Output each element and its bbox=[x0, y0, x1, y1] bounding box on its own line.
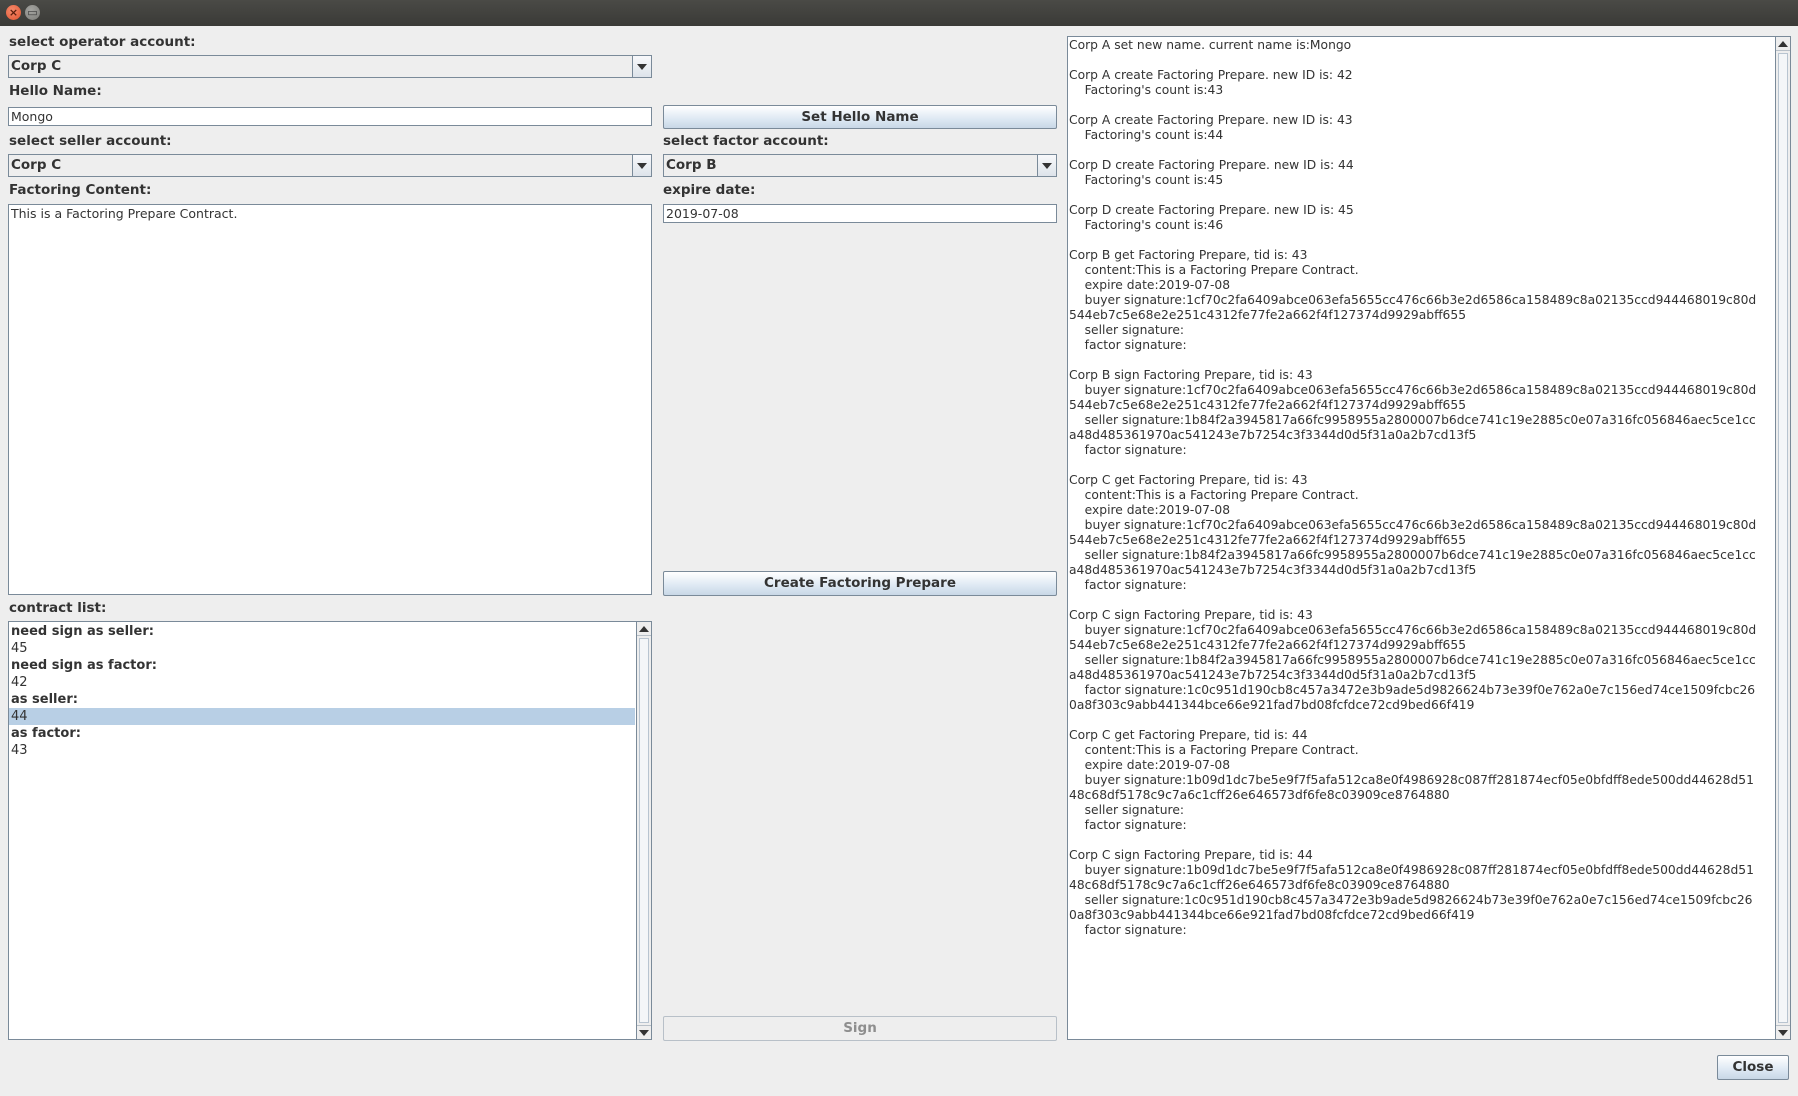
factoring-content-textarea[interactable]: This is a Factoring Prepare Contract. bbox=[8, 204, 652, 595]
log-text: Corp A set new name. current name is:Mon… bbox=[1069, 38, 1757, 937]
factoring-content-label: Factoring Content: bbox=[9, 182, 152, 198]
chevron-down-icon[interactable] bbox=[1037, 155, 1056, 176]
factor-select[interactable]: Corp B bbox=[663, 154, 1057, 177]
hello-name-label: Hello Name: bbox=[9, 83, 102, 99]
scroll-down-icon[interactable] bbox=[637, 1025, 651, 1039]
log-output[interactable]: Corp A set new name. current name is:Mon… bbox=[1067, 36, 1791, 1040]
operator-select[interactable]: Corp C bbox=[8, 55, 652, 78]
factor-selected-value: Corp B bbox=[666, 157, 717, 173]
title-bar: × ▭ bbox=[0, 0, 1798, 26]
list-section-header: as factor: bbox=[11, 726, 81, 741]
expire-date-label: expire date: bbox=[663, 182, 756, 198]
seller-select[interactable]: Corp C bbox=[8, 154, 652, 177]
scroll-up-icon[interactable] bbox=[637, 622, 651, 636]
window-maximize-icon[interactable]: ▭ bbox=[25, 5, 40, 20]
operator-selected-value: Corp C bbox=[11, 58, 62, 74]
list-item[interactable]: 42 bbox=[9, 674, 635, 691]
sign-button[interactable]: Sign bbox=[663, 1016, 1057, 1041]
window-close-icon[interactable]: × bbox=[6, 5, 21, 20]
create-factoring-prepare-button[interactable]: Create Factoring Prepare bbox=[663, 571, 1057, 596]
log-scrollbar[interactable] bbox=[1775, 37, 1790, 1039]
factor-label: select factor account: bbox=[663, 133, 829, 149]
list-item[interactable]: 44 bbox=[9, 708, 635, 725]
contract-list-items: need sign as seller: 45 need sign as facto… bbox=[9, 623, 635, 759]
list-section-header: need sign as seller: bbox=[11, 624, 154, 639]
set-hello-name-button[interactable]: Set Hello Name bbox=[663, 105, 1057, 129]
contract-list-label: contract list: bbox=[9, 600, 107, 616]
scroll-down-icon[interactable] bbox=[1776, 1025, 1790, 1039]
hello-name-input[interactable]: Mongo bbox=[8, 107, 652, 126]
scroll-thumb[interactable] bbox=[639, 638, 649, 1023]
list-section-header: as seller: bbox=[11, 692, 78, 707]
scroll-up-icon[interactable] bbox=[1776, 37, 1790, 51]
list-item[interactable]: 45 bbox=[9, 640, 635, 657]
contract-list[interactable]: need sign as seller: 45 need sign as facto… bbox=[8, 621, 652, 1040]
list-item[interactable]: 43 bbox=[9, 742, 635, 759]
chevron-down-icon[interactable] bbox=[632, 155, 651, 176]
seller-selected-value: Corp C bbox=[11, 157, 62, 173]
seller-label: select seller account: bbox=[9, 133, 172, 149]
close-button[interactable]: Close bbox=[1717, 1055, 1789, 1080]
chevron-down-icon[interactable] bbox=[632, 56, 651, 77]
list-section-header: need sign as factor: bbox=[11, 658, 157, 673]
contract-list-scrollbar[interactable] bbox=[636, 622, 651, 1039]
operator-label: select operator account: bbox=[9, 34, 196, 50]
scroll-thumb[interactable] bbox=[1778, 53, 1788, 1023]
expire-date-input[interactable]: 2019-07-08 bbox=[663, 204, 1057, 223]
